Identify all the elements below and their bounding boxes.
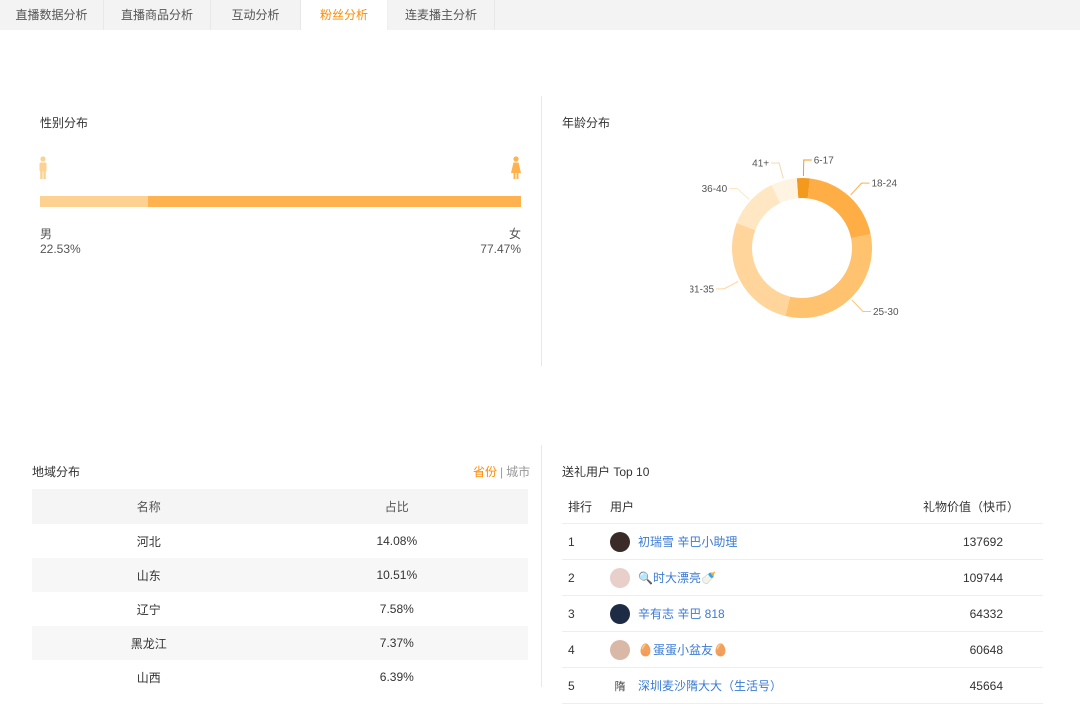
age-donut-chart: 6-17 18-24 25-30 31-35 36-40 41+ [690, 156, 899, 318]
age-label: 6-17 [814, 156, 834, 167]
region-col-pct: 占比 [265, 489, 528, 524]
region-pct: 7.58% [379, 602, 414, 616]
gift-user: 辛有志 辛巴 818 [609, 595, 862, 632]
table-row: 5 隋深圳麦沙隋大大（生活号） 45664 [562, 667, 1043, 704]
gift-value: 60648 [862, 631, 1043, 668]
gift-user: 🥚蛋蛋小盆友🥚 [609, 631, 862, 668]
table-row: 黑龙江 7.37% [32, 626, 528, 660]
gift-table: 排行 用户 礼物价值（快币） 1 初瑞雪 辛巴小助理 137692 2 🔍时大漂亮🍼 10… [562, 489, 1043, 704]
gift-value: 45664 [862, 667, 1043, 704]
tab-interaction[interactable]: 互动分析 [211, 0, 301, 30]
region-header-row: 名称 占比 [32, 489, 528, 524]
table-row: 辽宁 7.58% [32, 592, 528, 626]
region-name: 黑龙江 [130, 636, 167, 651]
tab-fans[interactable]: 粉丝分析 [301, 0, 388, 30]
table-row: 山东 10.51% [32, 558, 528, 592]
gift-user: 🔍时大漂亮🍼 [609, 559, 862, 596]
age-leader-line [850, 182, 870, 196]
female-percent: 77.47% [480, 242, 521, 256]
gender-bar [40, 196, 521, 207]
region-name: 河北 [136, 534, 161, 549]
male-icon [39, 156, 47, 179]
region-name: 辽宁 [136, 602, 161, 617]
gift-user: 隋深圳麦沙隋大大（生活号） [609, 667, 862, 704]
gift-rank: 5 [562, 667, 609, 704]
age-title: 年龄分布 [562, 116, 611, 130]
gift-value: 109744 [862, 559, 1043, 596]
toggle-separator: | [500, 465, 504, 479]
age-leader-line [716, 280, 739, 290]
female-label: 女 [508, 227, 521, 241]
age-label: 36-40 [702, 184, 728, 195]
city-toggle[interactable]: 城市 [506, 465, 530, 479]
user-name-link[interactable]: 初瑞雪 辛巴小助理 [638, 533, 737, 550]
gift-col-value: 礼物价值（快币） [862, 489, 1043, 524]
gift-col-rank: 排行 [562, 489, 609, 524]
age-leader-line [851, 299, 871, 312]
male-percent: 22.53% [40, 242, 81, 256]
gift-title: 送礼用户 Top 10 [562, 465, 650, 479]
region-col-name: 名称 [32, 489, 266, 524]
age-label: 25-30 [873, 307, 899, 318]
avatar[interactable] [610, 531, 630, 552]
table-row: 河北 14.08% [32, 524, 528, 558]
avatar[interactable] [610, 603, 630, 624]
tab-co-host[interactable]: 连麦播主分析 [388, 0, 495, 30]
gift-user: 初瑞雪 辛巴小助理 [609, 523, 862, 560]
user-name-link[interactable]: 🥚蛋蛋小盆友🥚 [638, 641, 728, 658]
male-fill [40, 196, 149, 207]
user-name-link[interactable]: 深圳麦沙隋大大（生活号） [638, 677, 782, 694]
age-label: 41+ [752, 159, 769, 170]
user-name-link[interactable]: 🔍时大漂亮🍼 [638, 569, 716, 586]
table-row: 3 辛有志 辛巴 818 64332 [562, 595, 1043, 632]
user-name-link[interactable]: 辛有志 辛巴 818 [638, 605, 725, 622]
tab-live-data[interactable]: 直播数据分析 [0, 0, 104, 30]
region-pct: 10.51% [376, 568, 418, 582]
age-slice-36-40[interactable] [736, 185, 781, 231]
gift-col-user: 用户 [609, 489, 862, 524]
avatar[interactable] [610, 567, 630, 588]
avatar[interactable] [610, 639, 630, 660]
age-leader-line [771, 162, 784, 179]
avatar[interactable]: 隋 [610, 675, 630, 696]
age-label: 18-24 [872, 179, 898, 190]
gift-value: 137692 [862, 523, 1043, 560]
age-leader-line [729, 187, 750, 200]
age-slice-6-17[interactable] [796, 178, 810, 199]
age-slice-25-30[interactable] [785, 234, 872, 318]
age-slice-31-35[interactable] [732, 222, 791, 316]
region-toggle: 省份 | 城市 [473, 463, 530, 480]
region-table: 名称 占比 河北 14.08% 山东 10.51% 辽宁 7.58% 黑龙江 7.37%… [32, 489, 528, 694]
region-pct: 7.37% [379, 636, 414, 650]
divider-bottom [541, 445, 542, 687]
gift-rank: 4 [562, 631, 609, 668]
divider-top [541, 96, 542, 366]
male-label: 男 [40, 227, 53, 241]
gender-title: 性别分布 [40, 116, 89, 130]
gift-rank: 2 [562, 559, 609, 596]
region-name: 山东 [136, 568, 161, 583]
tab-live-products[interactable]: 直播商品分析 [104, 0, 211, 30]
table-row: 2 🔍时大漂亮🍼 109744 [562, 559, 1043, 596]
region-pct: 14.08% [376, 534, 418, 548]
table-row: 1 初瑞雪 辛巴小助理 137692 [562, 523, 1043, 560]
gift-rank: 1 [562, 523, 609, 560]
age-label: 31-35 [690, 284, 714, 295]
gift-value: 64332 [862, 595, 1043, 632]
gift-rank: 3 [562, 595, 609, 632]
gift-header-row: 排行 用户 礼物价值（快币） [562, 489, 1043, 524]
region-title: 地域分布 [32, 465, 81, 479]
table-row: 山西 6.39% [32, 660, 528, 694]
age-slice-18-24[interactable] [807, 178, 871, 239]
tab-bar: 直播数据分析 直播商品分析 互动分析 粉丝分析 连麦播主分析 [0, 0, 1080, 30]
province-toggle[interactable]: 省份 [473, 465, 497, 479]
age-leader-line [802, 159, 812, 177]
female-icon [511, 156, 521, 179]
region-name: 山西 [136, 670, 161, 685]
table-row: 4 🥚蛋蛋小盆友🥚 60648 [562, 631, 1043, 668]
region-pct: 6.39% [379, 670, 414, 684]
